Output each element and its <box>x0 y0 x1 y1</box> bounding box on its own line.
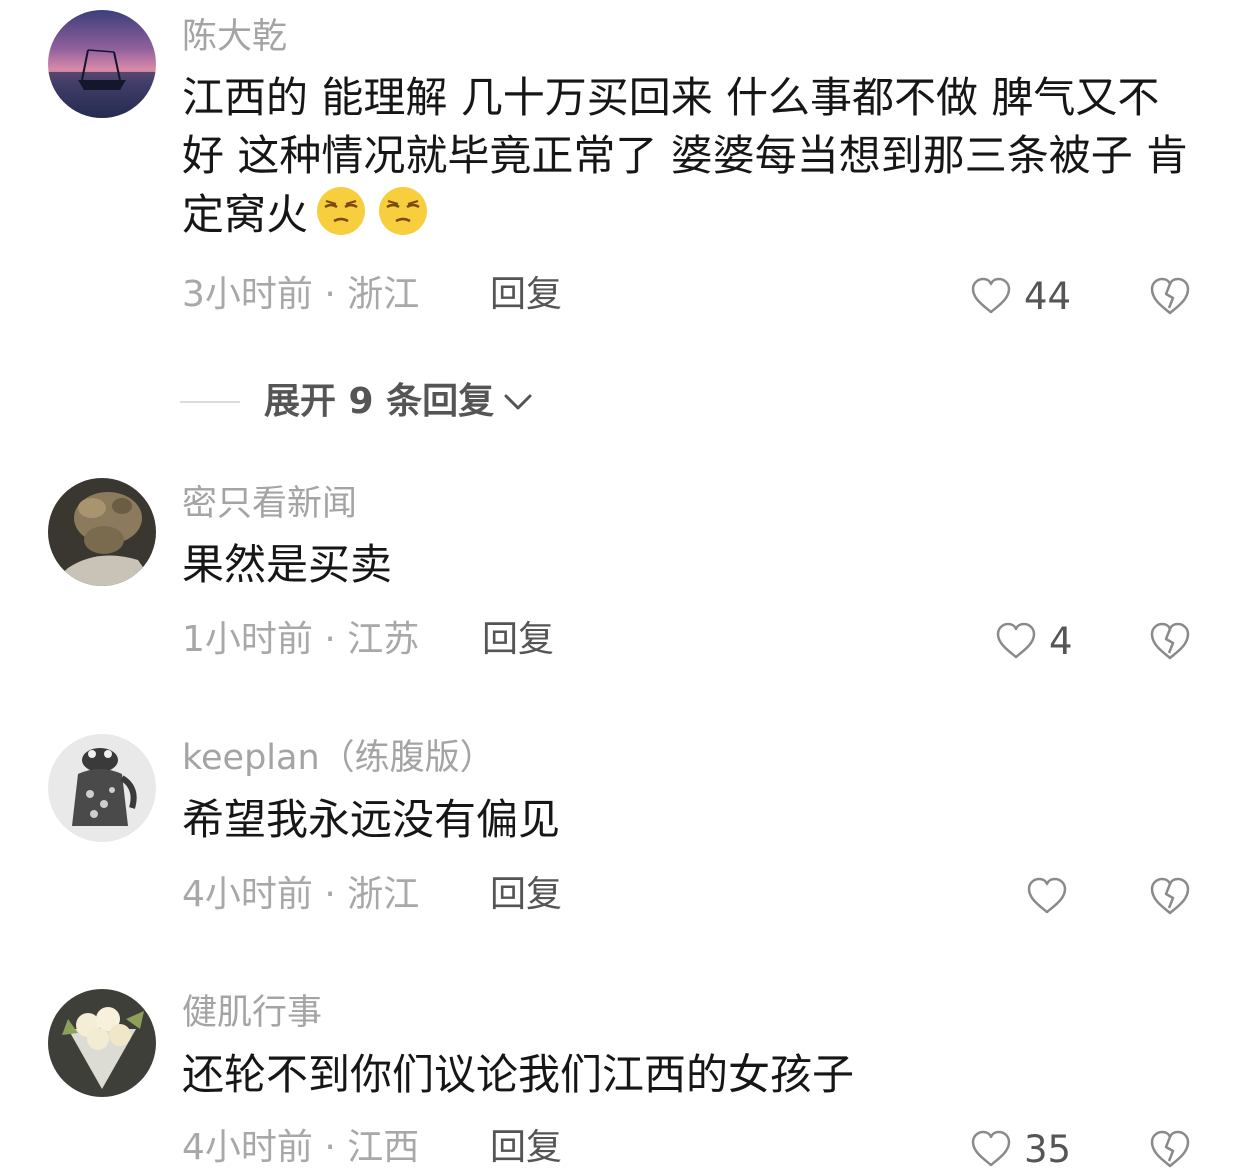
expand-replies[interactable]: 展开 9 条回复 <box>180 380 534 424</box>
broken-heart-icon <box>1150 1130 1190 1168</box>
comment-username[interactable]: 健肌行事 <box>182 996 322 1031</box>
avatar[interactable] <box>48 10 156 118</box>
like-count: 44 <box>1024 274 1072 318</box>
dislike-button[interactable] <box>1148 619 1192 663</box>
heart-icon <box>971 277 1011 314</box>
like-count: 35 <box>1024 1127 1072 1171</box>
sunset-boat-icon <box>48 10 156 118</box>
avatar[interactable] <box>48 989 156 1097</box>
comment-text: 江西的 能理解 几十万买回来 什么事都不做 脾气又不好 这种情况就毕竟正常了 婆… <box>182 69 1192 244</box>
comment-text: 果然是买卖 <box>182 536 1192 594</box>
comment-text: 还轮不到你们议论我们江西的女孩子 <box>182 1046 1192 1104</box>
comment-meta: 3小时前 · 浙江 <box>182 274 420 315</box>
like-button[interactable]: 4 <box>995 619 1073 663</box>
reply-button[interactable]: 回复 <box>482 622 554 658</box>
broken-heart-icon <box>1150 622 1190 660</box>
divider <box>180 401 240 403</box>
comment-text: 希望我永远没有偏见 <box>182 791 1192 849</box>
heart-icon <box>971 1130 1011 1167</box>
comment-text-body: 还轮不到你们议论我们江西的女孩子 <box>182 1050 855 1099</box>
heart-icon <box>996 622 1036 659</box>
chevron-down-icon[interactable] <box>502 390 534 414</box>
like-button[interactable]: 35 <box>970 1127 1071 1171</box>
like-button[interactable]: 44 <box>970 274 1071 318</box>
reply-button[interactable]: 回复 <box>490 877 562 913</box>
broken-heart-icon <box>1150 277 1190 315</box>
comment-text-body: 果然是买卖 <box>182 540 393 589</box>
dislike-button[interactable] <box>1148 274 1192 318</box>
dislike-button[interactable] <box>1148 1127 1192 1171</box>
heart-icon <box>1027 877 1067 914</box>
avatar[interactable] <box>48 734 156 842</box>
comment-meta: 1小时前 · 江苏 <box>182 619 420 660</box>
comment-text-body: 希望我永远没有偏见 <box>182 795 561 844</box>
avatar[interactable] <box>48 478 156 586</box>
comment-meta: 4小时前 · 浙江 <box>182 874 420 915</box>
smirk-emoji-icon <box>317 187 366 235</box>
puppy-icon <box>48 478 156 586</box>
frog-statue-icon <box>48 734 156 842</box>
comment-username[interactable]: keeplan（练腹版） <box>182 741 495 776</box>
smirk-emoji-icon <box>379 187 428 235</box>
comment-username[interactable]: 密只看新闻 <box>182 487 357 522</box>
dislike-button[interactable] <box>1148 874 1192 918</box>
like-button[interactable] <box>1026 874 1080 918</box>
like-count: 4 <box>1049 619 1073 663</box>
flower-bouquet-icon <box>48 989 156 1097</box>
expand-replies-label[interactable]: 展开 9 条回复 <box>264 384 494 420</box>
broken-heart-icon <box>1150 877 1190 915</box>
comment-username[interactable]: 陈大乾 <box>182 20 287 55</box>
reply-button[interactable]: 回复 <box>490 277 562 313</box>
